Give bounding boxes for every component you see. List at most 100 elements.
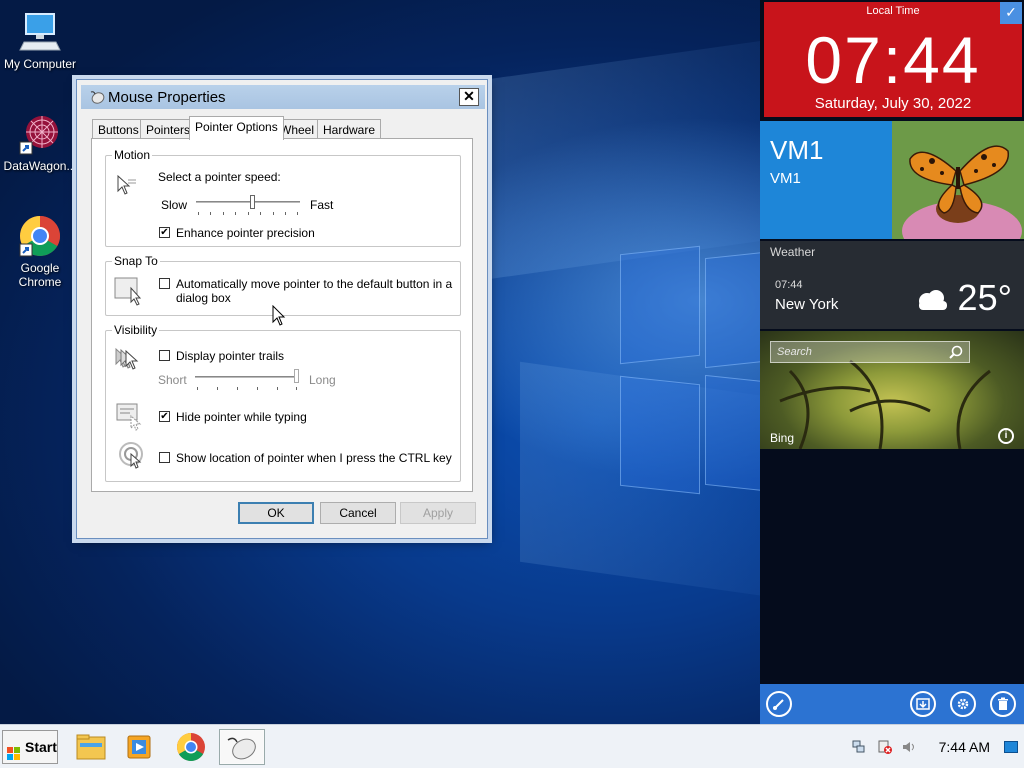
ok-button[interactable]: OK [238, 502, 314, 524]
close-button[interactable]: ✕ [459, 88, 479, 106]
dialog-title-bar[interactable]: Mouse Properties ✕ [81, 85, 485, 109]
search-icon[interactable] [949, 345, 963, 362]
bing-label: Bing [770, 431, 795, 445]
clock-tile[interactable]: Local Time 07:44 Saturday, July 30, 2022… [764, 2, 1022, 117]
paint-brush-icon[interactable] [766, 691, 792, 717]
datawagon-icon [18, 112, 62, 156]
show-desktop-icon[interactable] [1004, 741, 1018, 753]
tab-label: Pointers [146, 123, 191, 137]
bing-tile[interactable]: Bing i [760, 331, 1024, 449]
snap-to-label-line1: Automatically move pointer to the defaul… [176, 277, 453, 291]
computer-icon [18, 10, 62, 54]
security-alert-icon[interactable] [878, 740, 892, 754]
chrome-icon [18, 214, 62, 258]
cloud-icon [915, 289, 949, 311]
show-location-icon [118, 441, 146, 472]
taskbar-clock[interactable]: 7:44 AM [939, 739, 990, 755]
windows-flag-icon [7, 740, 21, 760]
gadget-panel-toolbar [760, 684, 1024, 724]
cancel-button[interactable]: Cancel [320, 502, 396, 524]
hide-pointer-checkbox[interactable]: ✔ [159, 411, 170, 422]
desktop-icon-my-computer[interactable]: My Computer [0, 10, 80, 71]
vm-name: VM1 [770, 135, 824, 165]
slow-label: Slow [161, 198, 188, 212]
pointer-speed-slider[interactable] [196, 194, 300, 218]
tab-pointers[interactable]: Pointers [140, 119, 197, 139]
pointer-trails-icon [114, 347, 144, 376]
clock-label: Local Time [866, 5, 920, 17]
pointer-speed-label: Select a pointer speed: [158, 170, 281, 184]
weather-temperature: 25° [957, 277, 1012, 318]
chrome-icon[interactable] [172, 729, 210, 765]
snap-to-icon [114, 276, 144, 309]
pointer-trails-checkbox[interactable] [159, 350, 170, 361]
desktop-icon-google-chrome[interactable]: Google Chrome [0, 214, 80, 289]
visibility-group: Visibility Display pointer trails Short … [105, 323, 461, 482]
weather-title: Weather [770, 245, 816, 259]
enhance-precision-label: Enhance pointer precision [176, 226, 315, 240]
weather-tile[interactable]: Weather 07:44 New York 25° [760, 241, 1024, 329]
desktop-icon-label: Google Chrome [18, 261, 62, 289]
vm-subtitle: VM1 [770, 170, 801, 187]
tab-label: Wheel [280, 123, 315, 137]
volume-icon[interactable] [902, 740, 916, 754]
butterfly-photo-tile[interactable] [892, 121, 1024, 239]
desktop-icon-datawagon[interactable]: DataWagon... [0, 112, 80, 173]
trash-icon[interactable] [990, 691, 1016, 717]
pointer-speed-icon [116, 174, 138, 201]
pointer-trails-label: Display pointer trails [176, 349, 285, 363]
slider-track [195, 376, 299, 378]
taskbar: Start 7:44 AM [0, 724, 1024, 768]
tab-label: Hardware [323, 123, 376, 137]
slider-track [196, 201, 300, 203]
vm-tile[interactable]: VM1 VM1 [760, 121, 892, 239]
clock-time: 07:44 [805, 23, 981, 97]
group-title: Snap To [112, 254, 160, 268]
tab-pointer-options[interactable]: Pointer Options [189, 116, 284, 140]
media-player-icon[interactable] [120, 729, 158, 765]
hide-pointer-icon [116, 403, 144, 434]
check-mark: ✔ [160, 227, 169, 238]
long-label: Long [309, 373, 336, 387]
tab-buttons[interactable]: Buttons [92, 119, 145, 139]
mouse-icon [89, 90, 105, 104]
desktop-icon-label: DataWagon... [3, 159, 77, 173]
short-label: Short [158, 373, 187, 387]
info-icon[interactable]: i [998, 428, 1014, 444]
check-mark: ✔ [160, 411, 169, 422]
bing-search-box[interactable] [770, 341, 970, 363]
download-icon[interactable] [910, 691, 936, 717]
tab-label: Buttons [98, 123, 139, 137]
group-title: Motion [112, 148, 153, 162]
butterfly-image [892, 121, 1024, 239]
tab-hardware[interactable]: Hardware [317, 119, 382, 139]
trail-length-slider[interactable] [195, 367, 299, 391]
mouse-icon[interactable] [219, 729, 265, 765]
gear-icon[interactable] [950, 691, 976, 717]
fast-label: Fast [310, 198, 334, 212]
file-explorer-icon[interactable] [72, 729, 110, 765]
slider-ticks [197, 387, 297, 391]
show-location-label: Show location of pointer when I press th… [176, 451, 452, 465]
dialog-title: Mouse Properties [108, 89, 226, 106]
slider-thumb[interactable] [294, 369, 299, 383]
close-icon: ✕ [463, 88, 475, 104]
network-icon[interactable] [852, 740, 866, 754]
start-button[interactable]: Start [2, 730, 58, 764]
start-label: Start [25, 739, 57, 755]
enhance-precision-checkbox[interactable]: ✔ [159, 227, 170, 238]
weather-city: New York [775, 296, 839, 313]
desktop-icon-label: My Computer [3, 57, 77, 71]
mouse-cursor [272, 304, 288, 330]
bing-search-input[interactable] [771, 342, 946, 362]
snap-to-label-line2: dialog box [176, 291, 231, 305]
show-location-checkbox[interactable] [159, 452, 170, 463]
apply-button[interactable]: Apply [400, 502, 476, 524]
snap-to-checkbox[interactable] [159, 278, 170, 289]
clock-date: Saturday, July 30, 2022 [814, 95, 972, 112]
tab-label: Pointer Options [195, 120, 278, 134]
checkmark-icon[interactable]: ✓ [1000, 2, 1022, 24]
slider-thumb[interactable] [250, 195, 255, 209]
weather-time: 07:44 [775, 279, 803, 291]
motion-group: Motion Select a pointer speed: Slow Fast… [105, 148, 461, 247]
